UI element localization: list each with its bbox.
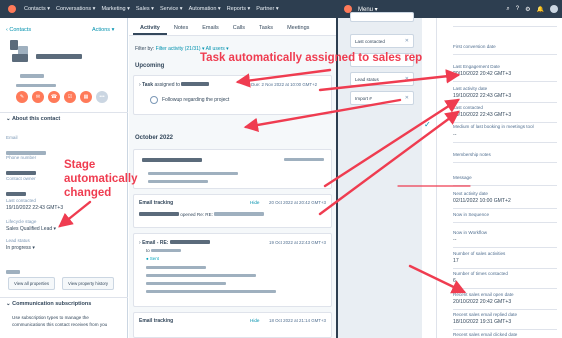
arrow-to-engagement — [318, 69, 461, 92]
arrow-to-last-activity — [318, 110, 460, 216]
arrow-to-last-contacted — [323, 98, 461, 188]
task-assigned-annotation: Task automatically assigned to sales rep — [200, 52, 423, 64]
arrow-to-email-open — [408, 264, 467, 294]
arrow-to-task-owner — [235, 68, 332, 88]
stage-changed-annotation: Stage automatically changed — [64, 159, 138, 199]
arrow-to-lifecycle — [58, 200, 92, 228]
arrow-to-task — [243, 98, 402, 133]
